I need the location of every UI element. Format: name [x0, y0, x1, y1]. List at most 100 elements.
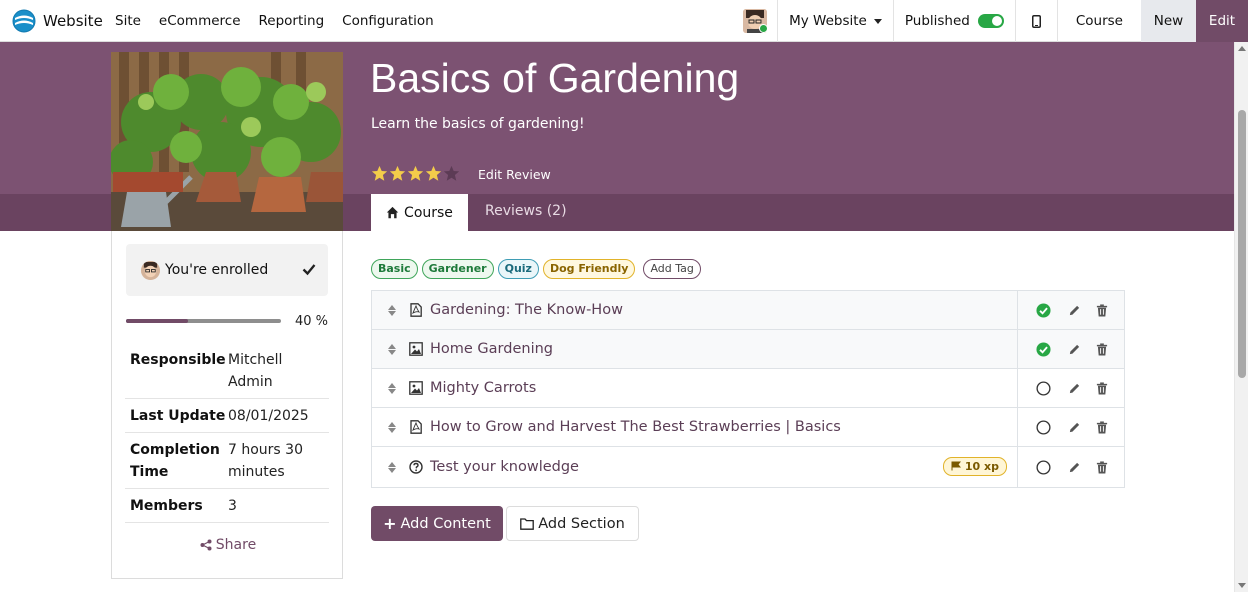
not-completed-circle-icon[interactable] [1036, 420, 1051, 435]
plus-icon: + [383, 514, 397, 533]
content-row[interactable]: Mighty Carrots [372, 369, 1124, 408]
page-scrollbar[interactable] [1234, 42, 1248, 592]
pencil-icon[interactable] [1068, 304, 1081, 317]
info-key: Members [130, 498, 203, 514]
main-menu: Site eCommerce Reporting Configuration [106, 13, 443, 29]
image-file-icon [409, 342, 423, 356]
website-app-icon [12, 9, 36, 32]
drag-handle-icon[interactable] [386, 382, 398, 394]
trash-icon[interactable] [1096, 460, 1108, 474]
mobile-phone-icon [1031, 14, 1041, 28]
drag-handle-icon[interactable] [386, 343, 398, 355]
info-row-responsible: Responsible Mitchell Admin [125, 343, 329, 399]
edit-review-link[interactable]: Edit Review [478, 167, 551, 182]
new-button[interactable]: New [1141, 0, 1196, 42]
tab-course[interactable]: Course [371, 194, 468, 231]
progress-bar [126, 319, 281, 323]
tab-reviews[interactable]: Reviews (2) [485, 203, 567, 219]
star-icon [407, 165, 424, 181]
xp-badge: 10 xp [943, 457, 1007, 476]
content-title[interactable]: How to Grow and Harvest The Best Strawbe… [430, 419, 841, 435]
course-cover-image [111, 52, 343, 231]
star-icon [371, 165, 388, 181]
star-icon [389, 165, 406, 181]
drag-handle-icon[interactable] [386, 421, 398, 433]
add-section-label: Add Section [538, 515, 625, 532]
tag-basic[interactable]: Basic [371, 259, 418, 279]
image-file-icon [409, 381, 423, 395]
rating-stars [371, 165, 461, 182]
completed-check-icon[interactable] [1036, 342, 1051, 357]
pdf-file-icon [410, 420, 422, 434]
tag-dog-friendly[interactable]: Dog Friendly [542, 259, 636, 279]
app-logo[interactable]: Website [0, 9, 106, 33]
info-row-completion-time: Completion Time 7 hours 30 minutes [125, 433, 329, 489]
pencil-icon[interactable] [1068, 461, 1081, 474]
add-tag-button[interactable]: Add Tag [643, 259, 701, 279]
content-title[interactable]: Home Gardening [430, 341, 553, 357]
content-title[interactable]: Mighty Carrots [430, 380, 536, 396]
pencil-icon[interactable] [1068, 421, 1081, 434]
scroll-up-icon[interactable] [1238, 46, 1246, 51]
folder-icon [520, 517, 535, 530]
edit-button[interactable]: Edit [1196, 0, 1248, 42]
checkmark-icon [302, 264, 316, 276]
info-row-members: Members 3 [125, 489, 329, 523]
add-content-button[interactable]: + Add Content [371, 506, 503, 541]
star-empty-icon [443, 165, 460, 181]
pencil-icon[interactable] [1068, 343, 1081, 356]
trash-icon[interactable] [1096, 343, 1108, 356]
published-label: Published [904, 13, 970, 29]
share-icon [200, 539, 212, 551]
top-navbar: Website Site eCommerce Reporting Configu… [0, 0, 1248, 42]
content-row[interactable]: Home Gardening [372, 330, 1124, 369]
info-value-completion-time: 7 hours 30 minutes [228, 442, 303, 480]
progress-label: 40 % [294, 313, 328, 329]
drag-handle-icon[interactable] [386, 304, 398, 316]
star-icon [425, 165, 442, 181]
toggle-switch-icon [977, 14, 1004, 28]
content-actions [1017, 369, 1124, 408]
share-link[interactable]: Share [112, 537, 344, 553]
course-info-table: Responsible Mitchell Admin Last Update 0… [125, 343, 329, 523]
published-toggle[interactable]: Published [894, 0, 1015, 42]
course-content-list: Gardening: The Know-How Home Gardening M… [371, 290, 1125, 488]
content-row[interactable]: Test your knowledge 10 xp [372, 447, 1124, 487]
content-row[interactable]: Gardening: The Know-How [372, 291, 1124, 330]
info-key: Completion Time [130, 442, 220, 480]
menu-item-reporting[interactable]: Reporting [250, 13, 334, 29]
info-value-last-update: 08/01/2025 [228, 408, 309, 424]
mobile-preview-button[interactable] [1016, 0, 1057, 42]
completed-check-icon[interactable] [1036, 303, 1051, 318]
menu-item-configuration[interactable]: Configuration [333, 13, 443, 29]
add-section-button[interactable]: Add Section [506, 506, 639, 541]
trash-icon[interactable] [1096, 304, 1108, 317]
flag-icon [951, 461, 962, 471]
tag-quiz[interactable]: Quiz [497, 259, 539, 279]
course-sidebar-card: You're enrolled 40 % Responsible Mitchel… [111, 231, 343, 579]
course-subtitle: Learn the basics of gardening! [371, 116, 585, 132]
info-key: Last Update [130, 408, 226, 424]
content-title[interactable]: Gardening: The Know-How [430, 302, 623, 318]
xp-value: 10 xp [964, 460, 999, 473]
content-actions [1017, 447, 1124, 487]
trash-icon[interactable] [1096, 421, 1108, 434]
scrollbar-thumb[interactable] [1238, 110, 1246, 378]
menu-item-ecommerce[interactable]: eCommerce [150, 13, 250, 29]
content-title[interactable]: Test your knowledge [430, 459, 579, 475]
website-selector[interactable]: My Website [778, 0, 893, 42]
menu-item-site[interactable]: Site [106, 13, 150, 29]
course-backend-link[interactable]: Course [1058, 0, 1141, 42]
pencil-icon[interactable] [1068, 382, 1081, 395]
info-value-members: 3 [228, 498, 237, 514]
user-avatar-button[interactable] [733, 0, 777, 42]
content-row[interactable]: How to Grow and Harvest The Best Strawbe… [372, 408, 1124, 447]
trash-icon[interactable] [1096, 382, 1108, 395]
scroll-down-icon[interactable] [1238, 583, 1246, 588]
enrolled-label: You're enrolled [165, 262, 269, 278]
tag-gardener[interactable]: Gardener [421, 259, 494, 279]
add-content-label: Add Content [400, 515, 491, 532]
drag-handle-icon[interactable] [386, 461, 398, 473]
not-completed-circle-icon[interactable] [1036, 459, 1051, 475]
not-completed-circle-icon[interactable] [1036, 381, 1051, 396]
